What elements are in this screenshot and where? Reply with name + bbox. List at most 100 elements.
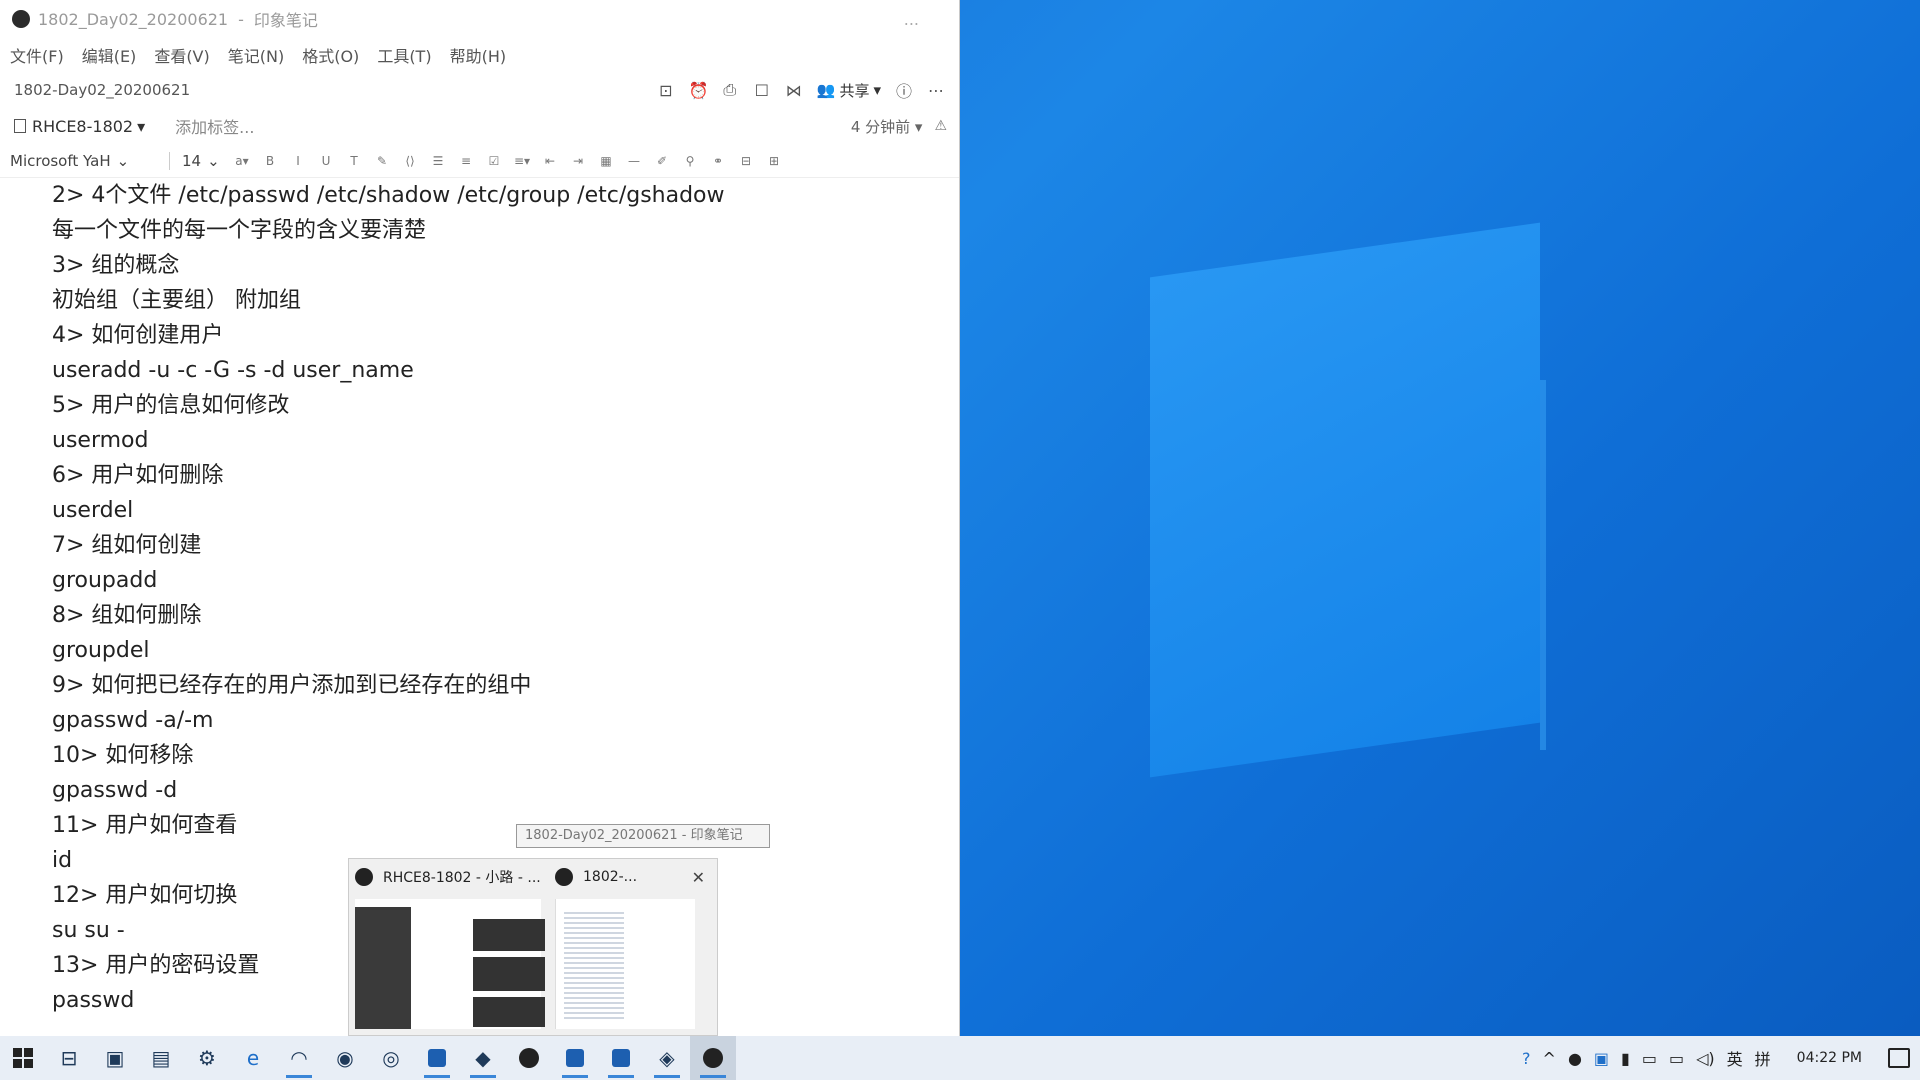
title-separator: - xyxy=(238,9,244,29)
text-color-icon[interactable]: a▾ xyxy=(234,154,250,168)
browser-app-icon[interactable]: ◠ xyxy=(276,1036,322,1080)
add-tag-button[interactable]: 添加标签... xyxy=(175,114,254,138)
chevron-up-icon[interactable]: ^ xyxy=(1543,1049,1556,1068)
window-title: 1802_Day02_20200621 xyxy=(38,9,229,29)
app-tray-icon[interactable]: ▣ xyxy=(1594,1049,1609,1068)
content-line: 3> 组的概念 xyxy=(52,253,180,278)
menu-view[interactable]: 查看(V) xyxy=(154,43,209,67)
thumbnail-header: 1802-... ✕ xyxy=(549,859,719,895)
font-family-value: Microsoft YaH xyxy=(10,151,111,170)
battery-tray-icon[interactable]: ▭ xyxy=(1642,1049,1657,1068)
notepad-icon[interactable]: ▤ xyxy=(138,1036,184,1080)
menu-format[interactable]: 格式(O) xyxy=(302,43,359,67)
xshell-icon[interactable] xyxy=(598,1036,644,1080)
people-icon: 👥 xyxy=(816,81,836,99)
window-more-button[interactable]: ... xyxy=(904,10,919,29)
more-format-icon[interactable]: ⊞ xyxy=(766,154,782,168)
task-view-icon[interactable]: ⊟ xyxy=(46,1036,92,1080)
preview-block xyxy=(473,919,545,951)
bulleted-list-icon[interactable]: ☰ xyxy=(430,154,446,168)
font-size-select[interactable]: 14 ⌄ xyxy=(182,152,222,170)
taskbar-thumbnail-popup: RHCE8-1802 - 小路 - ... 1802-... ✕ xyxy=(348,858,718,1036)
info-icon[interactable]: ⓘ xyxy=(895,78,913,102)
obs-icon[interactable] xyxy=(506,1036,552,1080)
underline-icon[interactable]: U xyxy=(318,154,334,168)
outdent-icon[interactable]: ⇤ xyxy=(542,154,558,168)
share-link-icon[interactable]: ⋈ xyxy=(785,81,803,100)
usb-tray-icon[interactable]: ▮ xyxy=(1621,1049,1630,1068)
system-tray: ? ^ ● ▣ ▮ ▭ ▭ ◁) 英 拼 04:22 PM xyxy=(1522,1036,1920,1080)
attach-icon[interactable]: ⚲ xyxy=(682,154,698,168)
settings-app-icon[interactable]: ⚙ xyxy=(184,1036,230,1080)
code-icon[interactable]: ⟨⟩ xyxy=(402,154,418,168)
align-icon[interactable]: ≡▾ xyxy=(514,154,530,168)
warning-icon[interactable]: ⚠ xyxy=(934,118,947,134)
comment-icon[interactable]: ☐ xyxy=(753,81,771,100)
horizontal-rule-icon[interactable]: — xyxy=(626,154,642,168)
table-icon[interactable]: ▦ xyxy=(598,154,614,168)
menu-note[interactable]: 笔记(N) xyxy=(228,43,284,67)
content-line: 5> 用户的信息如何修改 xyxy=(52,393,290,418)
evernote-taskbar-icon[interactable] xyxy=(690,1036,736,1080)
thumbnail-header: RHCE8-1802 - 小路 - ... xyxy=(349,859,547,895)
close-icon[interactable]: ✕ xyxy=(692,868,705,887)
windows-logo-icon xyxy=(13,1048,33,1068)
numbered-list-icon[interactable]: ≡ xyxy=(458,154,474,168)
more-icon[interactable]: ⋯ xyxy=(927,81,945,100)
menu-help[interactable]: 帮助(H) xyxy=(450,43,507,67)
remote-desktop-icon[interactable] xyxy=(414,1036,460,1080)
checkbox-icon[interactable]: ☑ xyxy=(486,154,502,168)
notification-center-icon[interactable] xyxy=(1888,1048,1910,1068)
content-line: usermod xyxy=(52,428,149,453)
chevron-down-icon: ▾ xyxy=(137,116,146,136)
thumbnail-preview xyxy=(355,899,545,1029)
content-line: gpasswd -a/-m xyxy=(52,708,214,733)
file-explorer-icon[interactable]: ▣ xyxy=(92,1036,138,1080)
menu-tools[interactable]: 工具(T) xyxy=(377,43,431,67)
share-button[interactable]: 👥 共享 ▾ xyxy=(817,80,881,101)
chrome-icon[interactable]: ◎ xyxy=(368,1036,414,1080)
start-button[interactable] xyxy=(0,1036,46,1080)
taskbar-tooltip: 1802-Day02_20200621 - 印象笔记 xyxy=(516,824,770,848)
italic-icon[interactable]: I xyxy=(290,154,306,168)
terminal-app-icon[interactable]: ◈ xyxy=(644,1036,690,1080)
pen-icon[interactable]: ✐ xyxy=(654,154,670,168)
ime-mode[interactable]: 拼 xyxy=(1755,1046,1771,1070)
volume-tray-icon[interactable]: ◁) xyxy=(1696,1049,1715,1068)
document-bar: 1802-Day02_20200621 ⊡ ⏰ ⎙ ☐ ⋈ 👥 共享 ▾ ⓘ ⋯ xyxy=(0,72,959,108)
reminder-icon[interactable]: ⏰ xyxy=(689,81,709,100)
vmware-icon[interactable]: ◆ xyxy=(460,1036,506,1080)
menu-file[interactable]: 文件(F) xyxy=(10,43,64,67)
bold-icon[interactable]: B xyxy=(262,154,278,168)
recording-tray-icon[interactable]: ● xyxy=(1568,1049,1582,1068)
link-icon[interactable]: ⚭ xyxy=(710,154,726,168)
help-tray-icon[interactable]: ? xyxy=(1522,1049,1531,1068)
present-icon[interactable]: ⊡ xyxy=(657,81,675,100)
highlight-icon[interactable]: ✎ xyxy=(374,154,390,168)
font-family-select[interactable]: Microsoft YaH ⌄ xyxy=(10,151,170,170)
strikethrough-icon[interactable]: T xyxy=(346,154,362,168)
tag-bar: RHCE8-1802 ▾ 添加标签... 4 分钟前 ▾ ⚠ xyxy=(0,108,959,144)
clear-format-icon[interactable]: ⊟ xyxy=(738,154,754,168)
content-line: 8> 组如何删除 xyxy=(52,603,202,628)
chevron-down-icon: ▾ xyxy=(873,81,881,99)
app-logo-icon xyxy=(12,10,30,28)
preview-sidebar xyxy=(355,907,411,1029)
thumbnail-window-1[interactable]: RHCE8-1802 - 小路 - ... xyxy=(349,859,547,1037)
clock[interactable]: 04:22 PM xyxy=(1797,1050,1862,1066)
screenshot-app-icon[interactable] xyxy=(552,1036,598,1080)
ime-language[interactable]: 英 xyxy=(1727,1046,1743,1070)
indent-icon[interactable]: ⇥ xyxy=(570,154,586,168)
edge-browser-icon[interactable]: e xyxy=(230,1036,276,1080)
app-logo-icon xyxy=(355,868,373,886)
thumbnail-window-2[interactable]: 1802-... ✕ xyxy=(549,859,719,1037)
network-tray-icon[interactable]: ▭ xyxy=(1669,1049,1684,1068)
document-name: 1802-Day02_20200621 xyxy=(14,81,191,99)
print-icon[interactable]: ⎙ xyxy=(721,80,739,100)
menu-edit[interactable]: 编辑(E) xyxy=(82,43,137,67)
last-edited-time[interactable]: 4 分钟前 ▾ xyxy=(851,116,923,137)
menubar: 文件(F) 编辑(E) 查看(V) 笔记(N) 格式(O) 工具(T) 帮助(H… xyxy=(0,38,959,72)
content-line: gpasswd -d xyxy=(52,778,178,803)
notebook-selector[interactable]: RHCE8-1802 ▾ xyxy=(14,117,145,136)
firefox-icon[interactable]: ◉ xyxy=(322,1036,368,1080)
